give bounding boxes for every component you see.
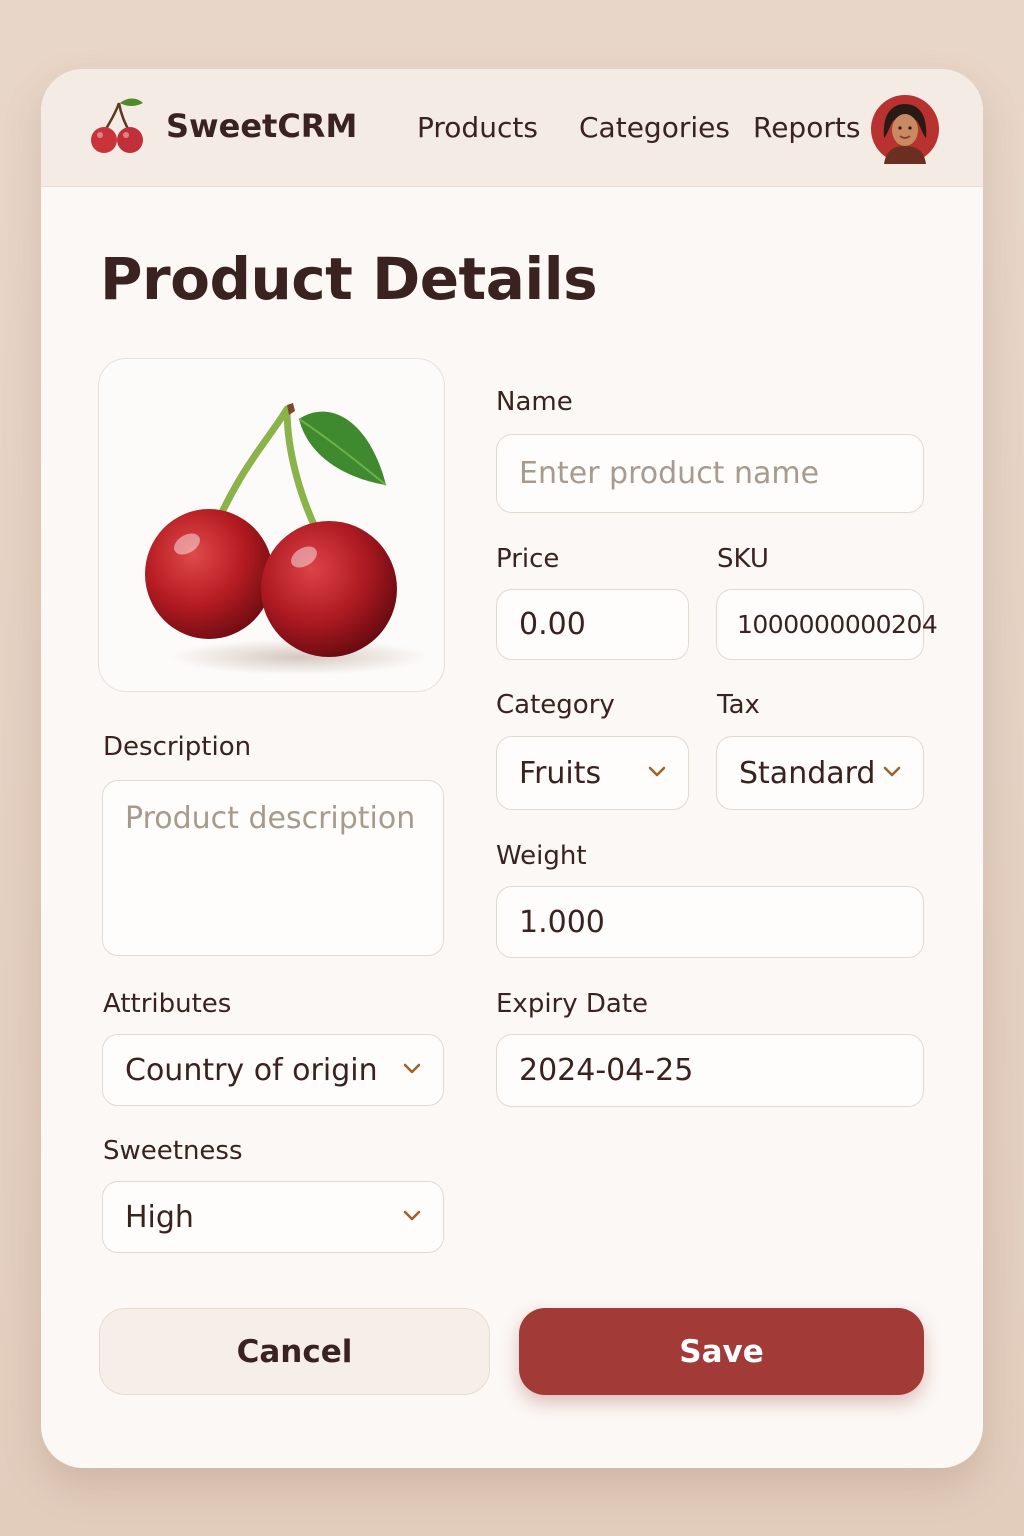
weight-input[interactable]: 1.000: [496, 886, 924, 958]
expiry-date-input[interactable]: 2024-04-25: [496, 1034, 924, 1107]
sweetness-value: High: [125, 1199, 194, 1235]
name-label: Name: [496, 387, 573, 417]
chevron-down-icon: [648, 766, 666, 777]
sweetness-select[interactable]: High: [102, 1181, 444, 1253]
sku-input[interactable]: 1000000000204: [716, 589, 938, 660]
cherry-logo-icon: [91, 98, 143, 153]
cancel-button[interactable]: Cancel: [99, 1308, 490, 1395]
nav-products[interactable]: Products: [417, 111, 538, 144]
cherry-product-image: [145, 403, 429, 675]
sku-label: SKU: [717, 544, 769, 574]
price-value: 0.00: [519, 607, 586, 642]
name-input[interactable]: Enter product name: [496, 434, 924, 513]
category-select[interactable]: Fruits: [496, 736, 689, 810]
save-button[interactable]: Save: [519, 1308, 924, 1395]
nav-reports[interactable]: Reports: [753, 111, 860, 144]
weight-value: 1.000: [519, 904, 605, 940]
description-label: Description: [103, 732, 252, 762]
price-label: Price: [496, 544, 560, 574]
description-placeholder: Product description: [125, 801, 416, 836]
name-placeholder: Enter product name: [519, 456, 820, 491]
category-value: Fruits: [519, 755, 602, 791]
attributes-value: Country of origin: [125, 1052, 378, 1088]
tax-select[interactable]: Standard: [716, 736, 924, 810]
user-avatar[interactable]: [870, 94, 940, 164]
attributes-label: Attributes: [103, 989, 232, 1019]
description-textarea[interactable]: Product description: [102, 780, 444, 956]
tax-value: Standard: [739, 755, 876, 791]
tax-label: Tax: [717, 690, 760, 720]
product-image-frame[interactable]: [98, 358, 445, 692]
weight-label: Weight: [496, 841, 587, 871]
page-title: Product Details: [100, 245, 598, 313]
chevron-down-icon: [883, 766, 901, 777]
nav-categories[interactable]: Categories: [579, 111, 730, 144]
chevron-down-icon: [403, 1210, 421, 1221]
chevron-down-icon: [403, 1063, 421, 1074]
product-details-card: SweetCRM Products Categories Reports Pro…: [41, 69, 983, 1468]
expiry-label: Expiry Date: [496, 989, 649, 1019]
sweetness-label: Sweetness: [103, 1136, 243, 1166]
attributes-select[interactable]: Country of origin: [102, 1034, 444, 1106]
price-input[interactable]: 0.00: [496, 589, 689, 660]
top-nav-bar: SweetCRM Products Categories Reports: [41, 69, 983, 187]
expiry-value: 2024-04-25: [519, 1053, 694, 1088]
brand-name[interactable]: SweetCRM: [166, 107, 357, 145]
category-label: Category: [496, 690, 615, 720]
sku-value: 1000000000204: [737, 610, 938, 639]
